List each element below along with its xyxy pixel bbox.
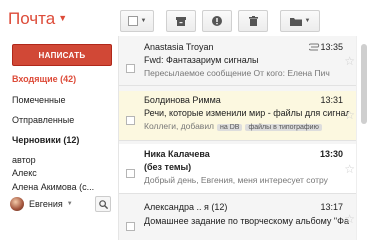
chevron-down-icon: ▼ [140, 18, 147, 24]
message-subject: Fwd: Фантазариум сигналы [144, 55, 259, 65]
message-sender: Anastasia Troyan [144, 42, 214, 52]
sidebar-item-label-alex[interactable]: Алекс [12, 168, 37, 178]
message-subject: Речи, которые изменили мир - файлы для с… [144, 108, 349, 118]
message-row[interactable]: Александра .. я (12) 13:17 Домашнее зада… [119, 198, 357, 240]
chat-user[interactable]: Евгения ▼ [10, 197, 73, 211]
message-snippet: Коллеги, добавил на DB файлы в типографию [144, 121, 349, 131]
star-icon[interactable]: ☆ [344, 212, 355, 226]
message-snippet-text: Коллеги, добавил [144, 121, 215, 131]
search-icon [98, 199, 108, 209]
archive-icon [176, 16, 186, 26]
row-checkbox[interactable] [126, 116, 135, 125]
sidebar-item-label-author[interactable]: автор [12, 155, 36, 165]
trash-icon [248, 16, 258, 26]
message-time: 13:31 [320, 95, 343, 105]
folder-icon [289, 17, 302, 26]
sidebar-item-inbox[interactable]: Входящие (42) [12, 74, 76, 84]
archive-button[interactable] [166, 10, 196, 32]
message-subject: (без темы) [144, 162, 192, 172]
row-checkbox[interactable] [126, 222, 135, 231]
sidebar-item-sent[interactable]: Отправленные [12, 115, 74, 125]
message-sender: Болдинова Римма [144, 95, 221, 105]
message-sender: Александра .. я (12) [144, 202, 228, 212]
star-icon[interactable]: ☆ [344, 108, 355, 122]
message-row[interactable]: Ника Калачева 13:30 (без темы) Добрый де… [119, 144, 357, 194]
scrollbar[interactable] [356, 36, 371, 240]
sidebar-item-starred[interactable]: Помеченные [12, 95, 65, 105]
message-time: 13:17 [320, 202, 343, 212]
message-time: 13:30 [319, 149, 343, 159]
report-spam-icon [212, 16, 222, 26]
toolbar: ▼ ▼ [120, 6, 371, 36]
app-title-label: Почта [8, 9, 56, 28]
search-people-button[interactable] [95, 196, 111, 212]
message-snippet: Добрый день, Евгения, меня интересует со… [144, 175, 328, 185]
avatar [10, 197, 24, 211]
message-list: Anastasia Troyan 13:35 Fwd: Фантазариум … [118, 36, 357, 240]
report-spam-button[interactable] [202, 10, 232, 32]
delete-button[interactable] [238, 10, 268, 32]
message-sender: Ника Калачева [144, 149, 210, 159]
app-title[interactable]: Почта ▼ [8, 9, 67, 29]
paperclip-icon [309, 43, 320, 51]
checkbox-icon [127, 16, 138, 26]
select-all-button[interactable]: ▼ [120, 10, 154, 32]
message-time: 13:35 [320, 42, 343, 52]
label-badge[interactable]: на DB [217, 124, 243, 131]
row-checkbox[interactable] [126, 169, 135, 178]
message-row[interactable]: Болдинова Римма 13:31 Речи, которые изме… [119, 91, 357, 141]
sidebar-item-drafts[interactable]: Черновики (12) [12, 135, 79, 145]
chevron-down-icon: ▼ [58, 13, 68, 23]
scrollbar-thumb[interactable] [361, 44, 367, 124]
compose-button[interactable]: НАПИСАТЬ [12, 44, 112, 66]
chevron-down-icon: ▼ [66, 201, 73, 207]
row-checkbox[interactable] [126, 64, 135, 73]
message-row[interactable]: Anastasia Troyan 13:35 Fwd: Фантазариум … [119, 36, 357, 86]
star-icon[interactable]: ☆ [344, 54, 355, 68]
move-to-folder-button[interactable]: ▼ [280, 10, 320, 32]
message-subject: Домашнее задание по творческому альбому … [144, 216, 349, 226]
chevron-down-icon: ▼ [304, 18, 311, 24]
message-snippet: Пересылаемое сообщение От кого: Елена Пи… [144, 68, 330, 78]
sidebar-item-label-alena[interactable]: Алена Акимова (с... [12, 182, 94, 192]
label-badge[interactable]: файлы в типографию [245, 124, 322, 131]
user-name: Евгения [29, 199, 63, 209]
star-icon[interactable]: ☆ [344, 162, 355, 176]
